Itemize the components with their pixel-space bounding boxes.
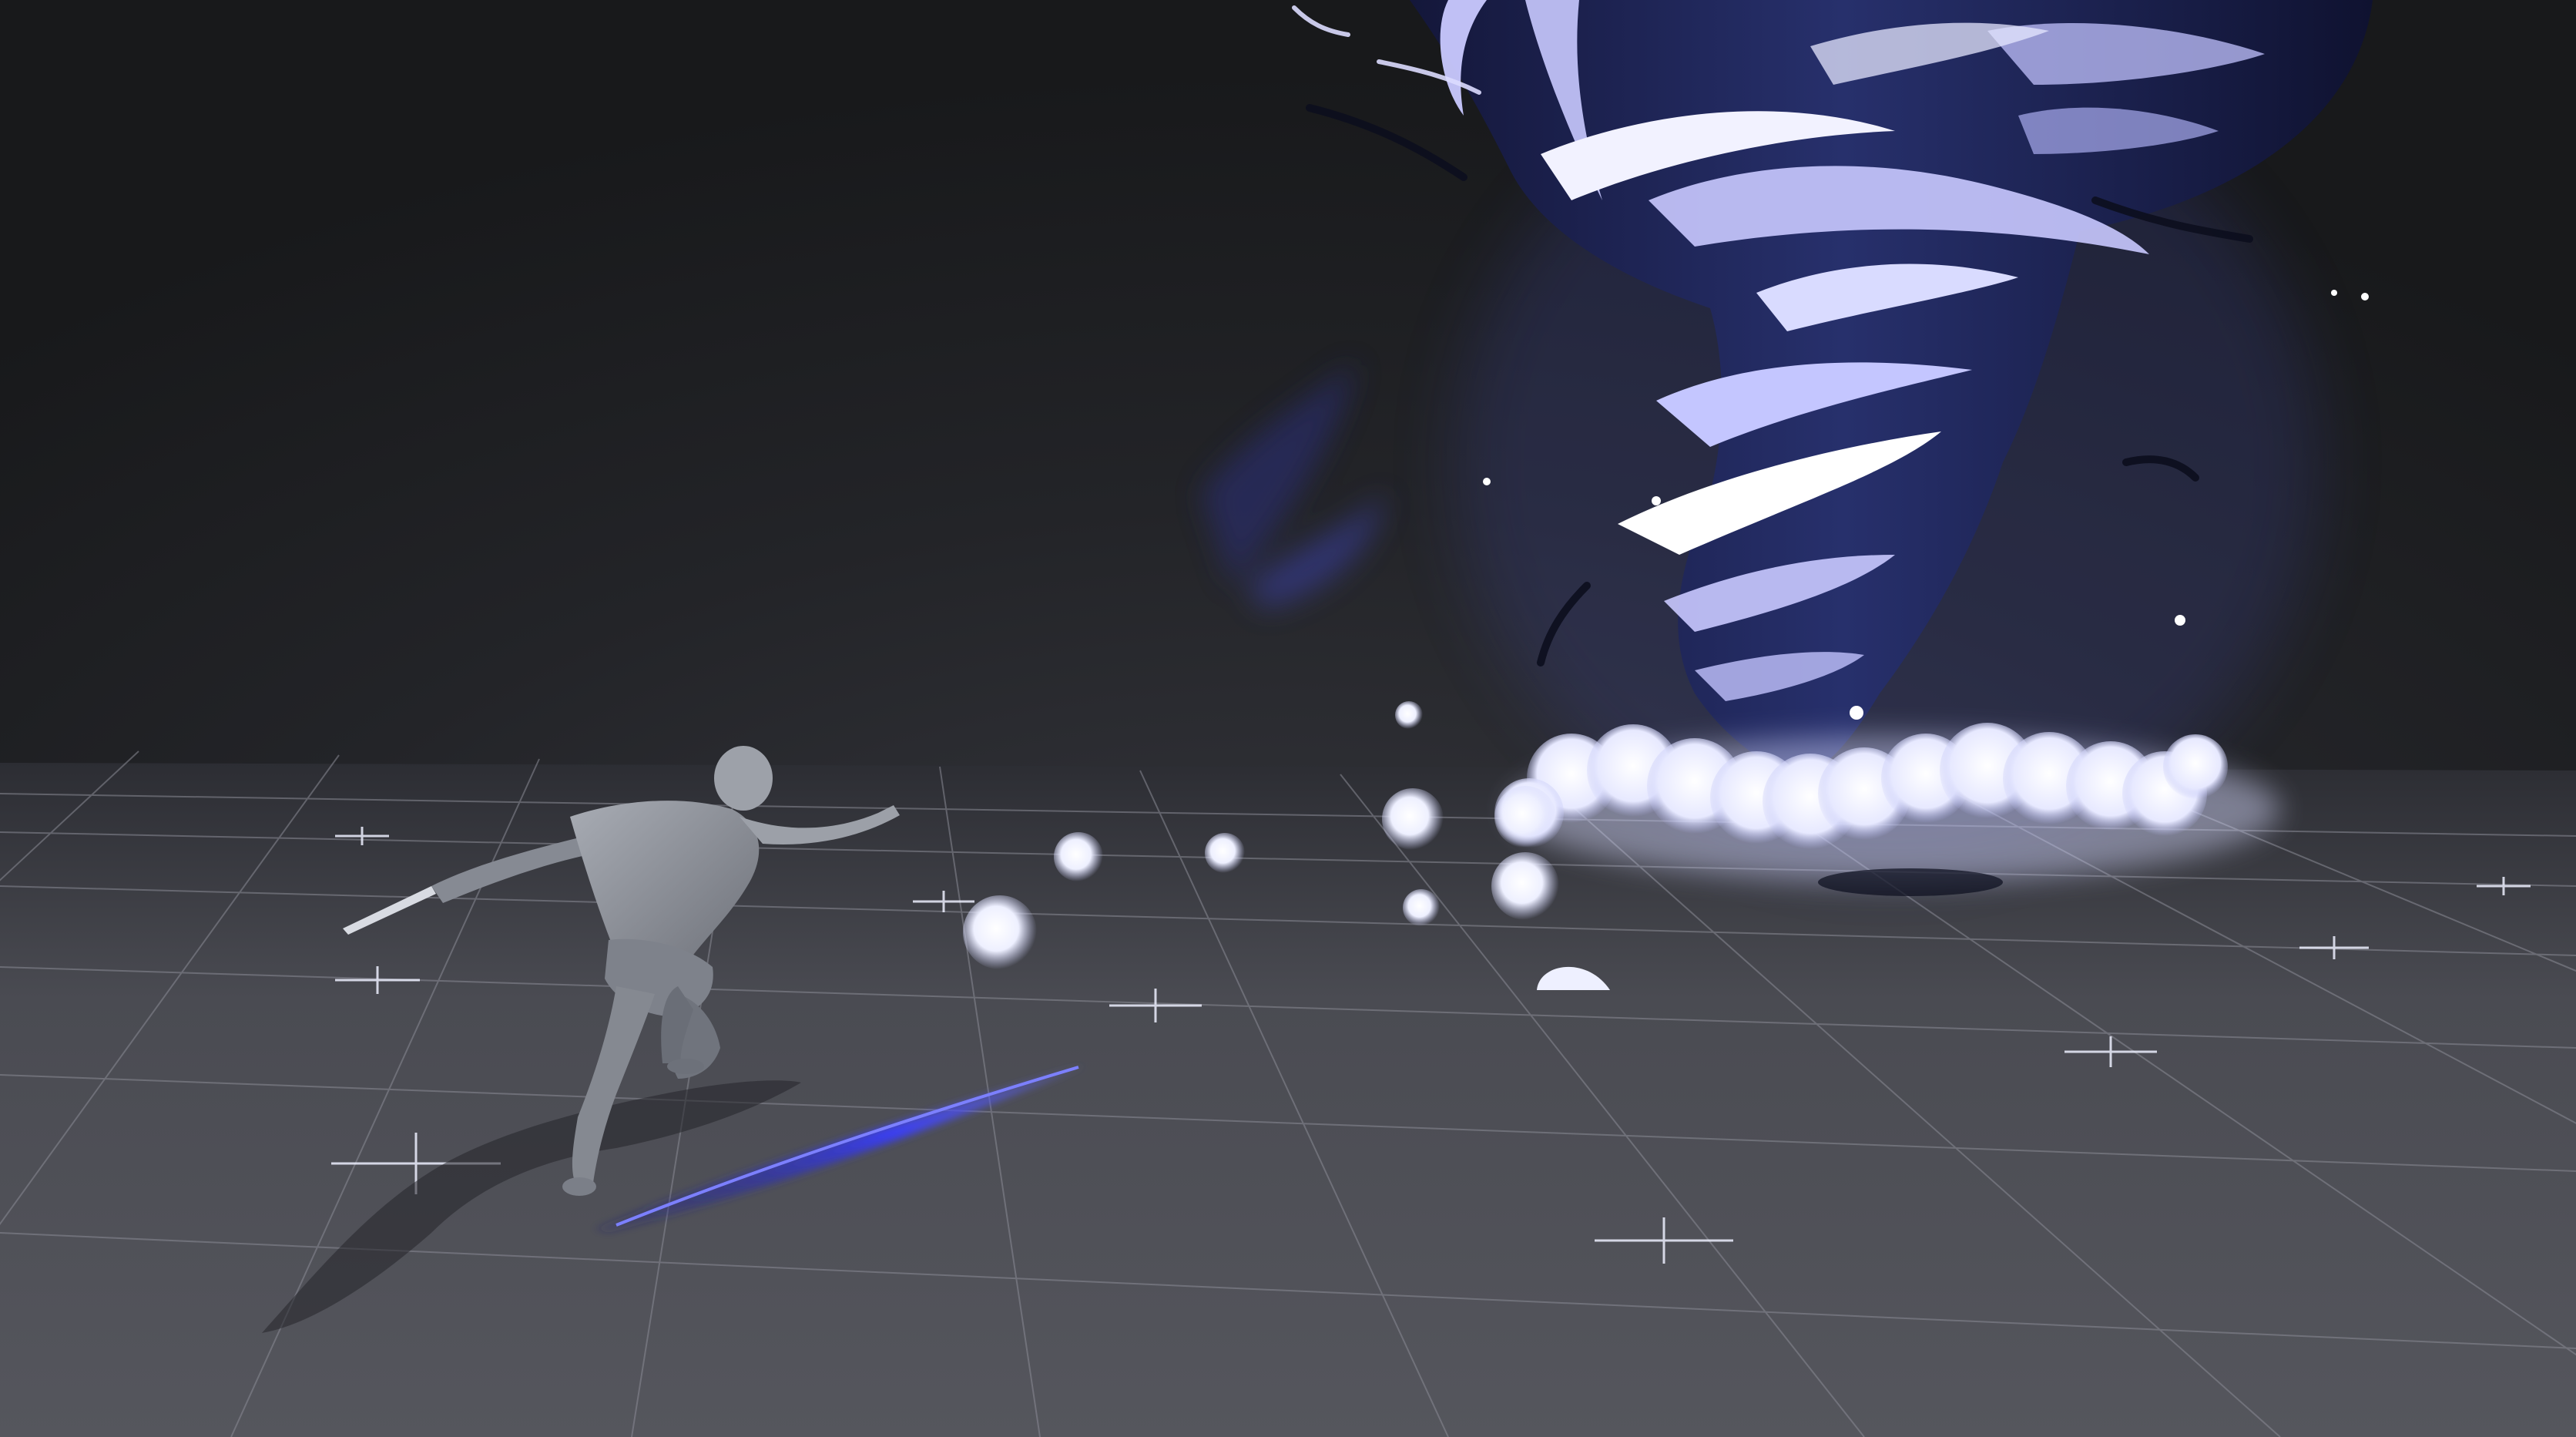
glowing-orb: [1395, 701, 1423, 729]
glowing-orb: [963, 895, 1037, 969]
dust-puff: [2163, 734, 2228, 799]
glowing-orb: [1494, 786, 1556, 848]
tornado-base-shadow: [1818, 868, 2003, 896]
floor-plane: [0, 763, 2576, 1437]
vfx-scene: [0, 0, 2576, 1437]
glowing-orb: [1403, 889, 1440, 926]
game-viewport[interactable]: [0, 0, 2576, 1437]
glowing-orb: [1054, 832, 1103, 881]
glowing-orb: [1491, 852, 1559, 920]
glowing-orb: [1205, 833, 1245, 873]
glowing-orb: [1382, 788, 1444, 850]
